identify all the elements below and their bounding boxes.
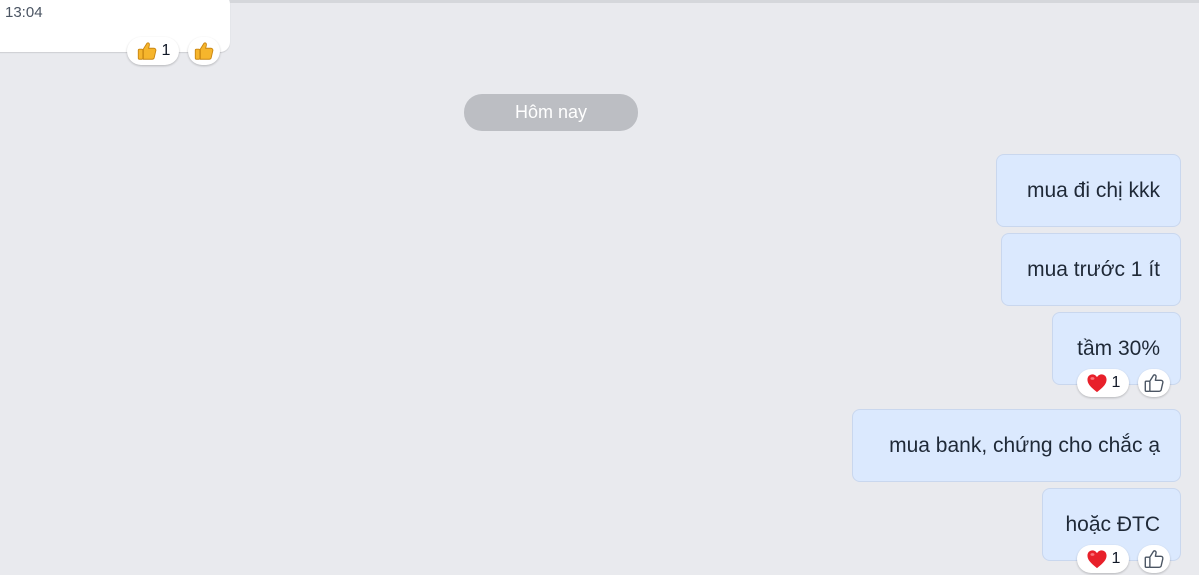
outgoing-message-bubble[interactable]: mua bank, chứng cho chắc ạ <box>852 409 1181 482</box>
quick-react-button[interactable] <box>188 37 220 65</box>
reaction-count: 1 <box>1111 550 1121 567</box>
heart-emoji-icon <box>1086 549 1108 569</box>
reaction-count: 1 <box>161 42 171 59</box>
message-text: mua trước 1 ít <box>1027 257 1160 281</box>
heart-emoji-icon <box>1086 373 1108 393</box>
outgoing-message-bubble[interactable]: mua đi chị kkk <box>996 154 1181 227</box>
outgoing-message-bubble[interactable]: mua trước 1 ít <box>1001 233 1181 306</box>
reaction-summary[interactable]: 1 <box>1077 545 1129 573</box>
reaction-summary[interactable]: 1 <box>1077 369 1129 397</box>
message-text: mua đi chị kkk <box>1026 178 1160 202</box>
thumbs-up-outline-icon <box>1143 548 1165 570</box>
thumbs-up-outline-icon <box>1143 372 1165 394</box>
thumbs-up-emoji-icon <box>136 40 158 62</box>
reaction-summary[interactable]: 1 <box>127 37 179 65</box>
thumbs-up-emoji-icon <box>193 40 215 62</box>
reaction-count: 1 <box>1111 374 1121 391</box>
message-text: tầm 30% <box>1077 336 1160 360</box>
date-separator: Hôm nay <box>464 94 638 131</box>
message-text: hoặc ĐTC <box>1065 512 1160 536</box>
message-text: mua bank, chứng cho chắc ạ <box>889 433 1160 457</box>
quick-react-button[interactable] <box>1138 545 1170 573</box>
message-time: 13:04 <box>5 4 43 21</box>
date-separator-label: Hôm nay <box>514 102 588 122</box>
quick-react-button[interactable] <box>1138 369 1170 397</box>
